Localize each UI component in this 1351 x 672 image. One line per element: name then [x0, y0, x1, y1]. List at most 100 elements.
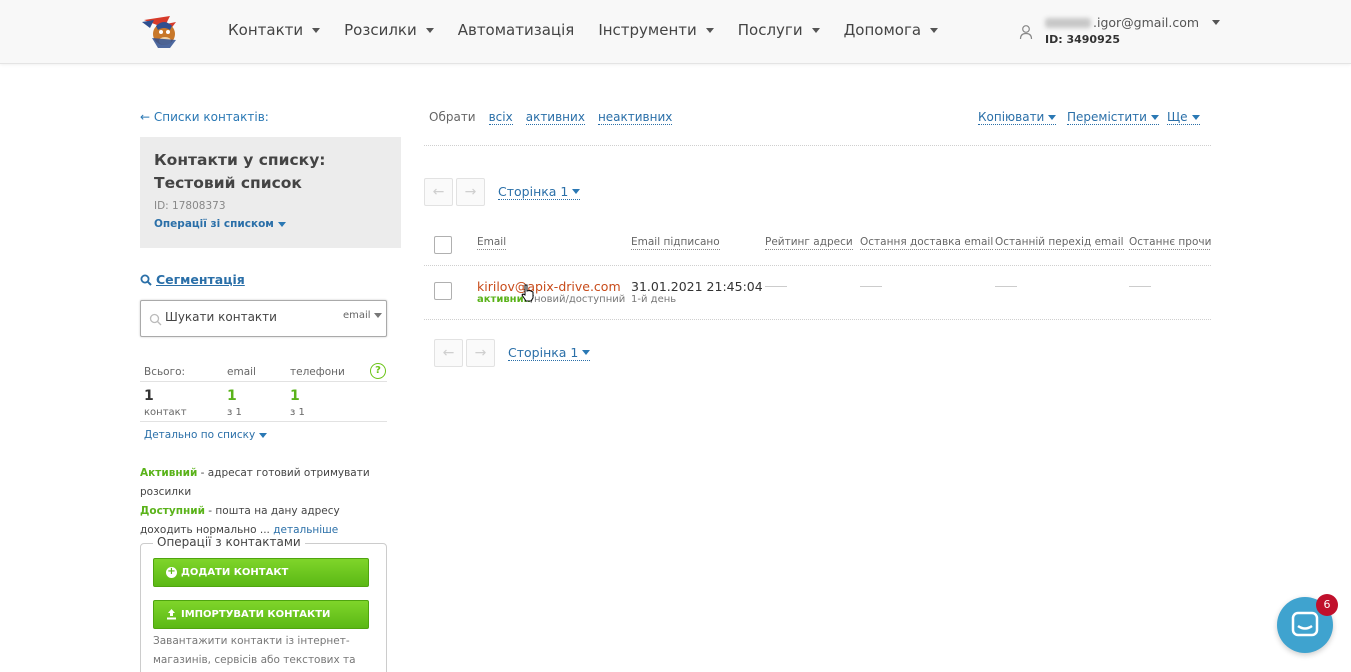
list-operations-label: Операції зі списком	[154, 218, 274, 230]
empty-rating	[765, 286, 787, 287]
pagination-top: ← → Сторінка 1	[424, 178, 581, 206]
caret-down-icon	[811, 27, 820, 33]
top-navigation-bar: Контакти Розсилки Автоматизація Інструме…	[0, 0, 1351, 64]
nav-label: Інструменти	[598, 21, 697, 39]
page-select[interactable]: Сторінка 1	[508, 345, 591, 361]
nav-help[interactable]: Допомога	[843, 21, 939, 39]
table-header-row: Email Email підписано Рейтинг адреси Ост…	[424, 226, 1211, 266]
stats-header: Всього: email телефони ?	[140, 362, 387, 382]
back-to-lists-link[interactable]: ← Списки контактів:	[140, 110, 269, 124]
select-all-link[interactable]: всіх	[488, 110, 513, 125]
user-email-text: .igor@gmail.com	[1093, 15, 1200, 30]
more-label: Ще	[1167, 110, 1188, 124]
col-last-read[interactable]: Останнє прочита	[1129, 236, 1211, 250]
user-id: ID: 3490925	[1045, 33, 1121, 46]
logo-icon[interactable]	[140, 12, 182, 50]
search-icon	[149, 313, 162, 326]
main-nav: Контакти Розсилки Автоматизація Інструме…	[228, 0, 962, 60]
next-page-button[interactable]: →	[456, 178, 485, 206]
segmentation-label: Сегментація	[156, 272, 245, 287]
import-contacts-label: ІМПОРТУВАТИ КОНТАКТИ	[181, 609, 331, 620]
contact-operations-panel: Операції з контактами + ДОДАТИ КОНТАКТ І…	[140, 535, 387, 672]
help-icon[interactable]: ?	[370, 363, 386, 379]
contact-search-box: email	[140, 300, 387, 337]
search-type-select[interactable]: email	[343, 310, 382, 321]
contact-email-link[interactable]: kirilov@apix-drive.com	[477, 279, 621, 294]
legend-active: Активний - адресат готовий отримувати ро…	[140, 464, 390, 502]
page-select[interactable]: Сторінка 1	[498, 184, 581, 200]
caret-down-icon	[1150, 114, 1159, 120]
row-checkbox[interactable]	[434, 282, 452, 300]
nav-services[interactable]: Послуги	[738, 21, 820, 39]
hand-cursor-icon	[521, 284, 534, 302]
contact-search-input[interactable]	[165, 310, 335, 324]
select-active-link[interactable]: активних	[525, 110, 585, 125]
prev-page-button[interactable]: ←	[434, 339, 463, 367]
page-label: Сторінка 1	[498, 184, 569, 199]
move-dropdown[interactable]: Перемістити	[1067, 110, 1159, 125]
user-email[interactable]: .igor@gmail.com	[1045, 15, 1199, 30]
select-inactive-link[interactable]: неактивних	[597, 110, 673, 125]
stats-values: 1 контакт 1 з 1 1 з 1	[140, 382, 387, 422]
nav-automation[interactable]: Автоматизація	[458, 21, 575, 39]
nav-contacts[interactable]: Контакти	[228, 21, 321, 39]
list-details-label: Детально по списку	[144, 429, 256, 441]
col-last-delivery[interactable]: Остання доставка email	[860, 236, 994, 250]
select-all-checkbox[interactable]	[434, 236, 452, 254]
move-label: Перемістити	[1067, 110, 1147, 124]
caret-down-icon	[312, 27, 321, 33]
nav-label: Послуги	[737, 21, 803, 39]
caret-down-icon	[259, 432, 268, 438]
chat-unread-badge: 6	[1316, 594, 1338, 616]
prev-page-button[interactable]: ←	[424, 178, 453, 206]
more-dropdown[interactable]: Ще	[1167, 110, 1200, 125]
select-label: Обрати	[429, 110, 476, 124]
search-icon	[140, 274, 152, 286]
divider	[424, 145, 1211, 146]
contacts-table: Email Email підписано Рейтинг адреси Ост…	[424, 226, 1211, 320]
col-email-subscribed[interactable]: Email підписано	[631, 236, 720, 250]
list-details-link[interactable]: Детально по списку	[144, 429, 268, 441]
list-operations-dropdown[interactable]: Операції зі списком	[154, 218, 387, 230]
add-contact-label: ДОДАТИ КОНТАКТ	[181, 567, 289, 578]
caret-down-icon	[705, 27, 714, 33]
nav-label: Допомога	[843, 21, 922, 39]
empty-last-delivery	[860, 286, 882, 287]
nav-label: Розсилки	[344, 21, 417, 39]
stat-total-sub: контакт	[144, 407, 187, 418]
contact-operations-title: Операції з контактами	[153, 535, 305, 549]
stats-header-phones: телефони	[290, 366, 345, 378]
empty-last-read	[1129, 286, 1151, 287]
subscribed-date: 31.01.2021 21:45:04	[631, 279, 763, 294]
nav-tools[interactable]: Інструменти	[598, 21, 714, 39]
col-email[interactable]: Email	[477, 236, 507, 250]
col-address-rating[interactable]: Рейтинг адреси	[765, 236, 853, 250]
table-row[interactable]: kirilov@apix-drive.com активний/новий/до…	[424, 266, 1211, 320]
status-legend: Активний - адресат готовий отримувати ро…	[140, 464, 390, 540]
stat-phone[interactable]: 1	[290, 388, 300, 404]
stat-total: 1	[144, 388, 154, 404]
stat-email-sub: з 1	[227, 407, 242, 418]
caret-down-icon	[277, 221, 286, 227]
stat-email[interactable]: 1	[227, 388, 237, 404]
empty-last-click	[995, 286, 1017, 287]
next-page-button[interactable]: →	[466, 339, 495, 367]
col-last-click[interactable]: Останній перехід email	[995, 236, 1124, 250]
caret-down-icon	[373, 313, 382, 318]
stats-header-total: Всього:	[144, 366, 186, 378]
caret-down-icon	[930, 27, 939, 33]
add-contact-button[interactable]: + ДОДАТИ КОНТАКТ	[153, 558, 369, 587]
user-icon	[1019, 25, 1033, 40]
caret-down-icon	[582, 350, 591, 355]
segmentation-link[interactable]: Сегментація	[140, 272, 245, 287]
legend-active-label: Активний	[140, 467, 198, 479]
copy-dropdown[interactable]: Копіювати	[978, 110, 1057, 125]
user-menu-caret-icon[interactable]	[1212, 20, 1220, 25]
stats-header-email: email	[227, 366, 256, 378]
contact-stats: Всього: email телефони ? 1 контакт 1 з 1…	[140, 362, 387, 441]
contact-status: активний/новий/доступний	[477, 294, 625, 305]
legend-available-label: Доступний	[140, 505, 205, 517]
import-contacts-button[interactable]: ІМПОРТУВАТИ КОНТАКТИ	[153, 600, 369, 629]
plus-circle-icon: +	[166, 566, 177, 578]
nav-mailings[interactable]: Розсилки	[344, 21, 434, 39]
